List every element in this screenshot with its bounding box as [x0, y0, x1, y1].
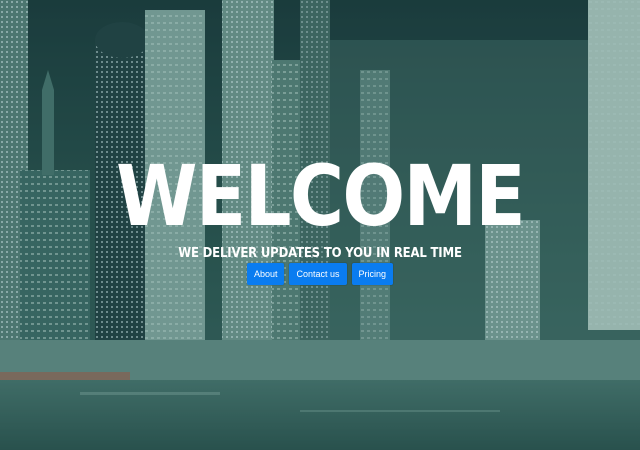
hero-buttons: About Contact us Pricing — [0, 263, 640, 285]
hero-content: WELCOME WE DELIVER UPDATES TO YOU IN REA… — [0, 148, 640, 285]
hero-title: WELCOME — [116, 147, 526, 245]
hero-subtitle: WE DELIVER UPDATES TO YOU IN REAL TIME — [178, 246, 462, 261]
about-button[interactable]: About — [246, 263, 285, 285]
hero-section: WELCOME WE DELIVER UPDATES TO YOU IN REA… — [0, 0, 640, 450]
pricing-button[interactable]: Pricing — [351, 263, 394, 285]
contact-us-button[interactable]: Contact us — [289, 263, 347, 285]
